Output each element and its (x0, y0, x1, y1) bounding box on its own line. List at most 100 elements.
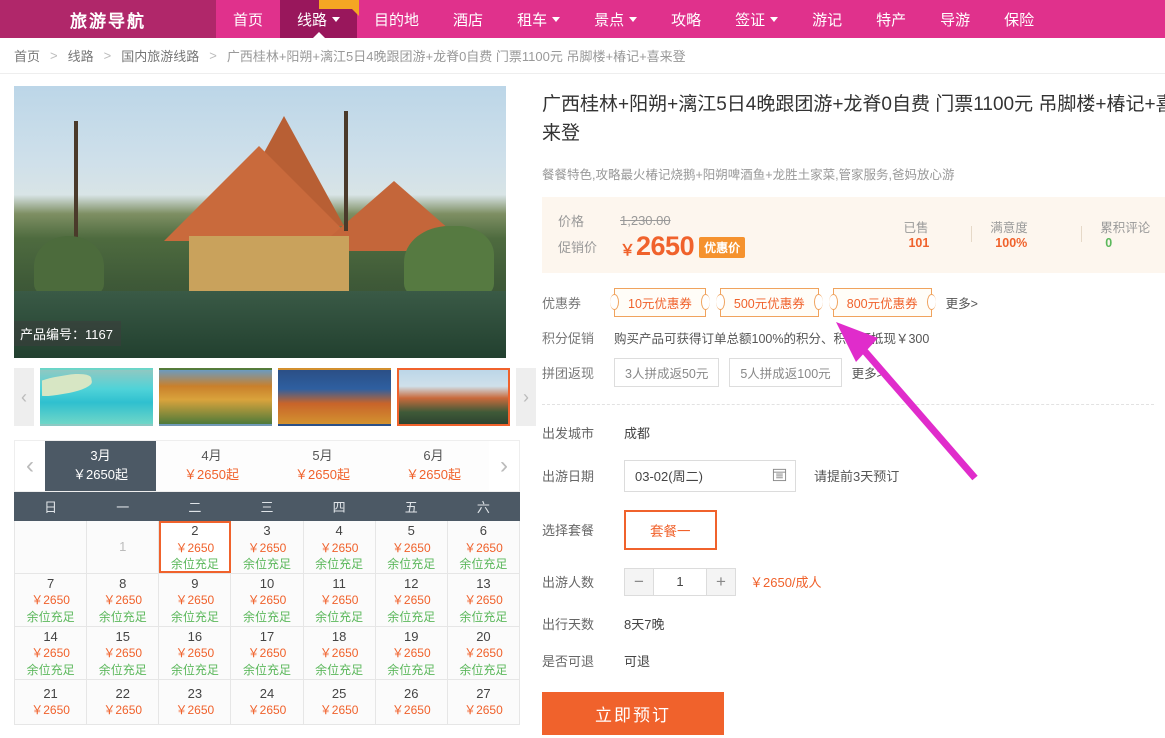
stat-item-1: 满意度100% (990, 217, 1063, 250)
nav-item-0[interactable]: 首页 (216, 0, 280, 38)
calendar-day-7[interactable]: 7￥2650余位充足 (15, 573, 87, 626)
nav-item-9[interactable]: 特产 (859, 0, 923, 38)
travel-date-input[interactable]: 03-02(周二) (624, 460, 796, 492)
calendar-day-8[interactable]: 8￥2650余位充足 (87, 573, 159, 626)
calendar-day-stock: 余位充足 (160, 609, 229, 625)
calendar-day-13[interactable]: 13￥2650余位充足 (447, 573, 519, 626)
thumbnail-autumn-lake[interactable] (278, 368, 391, 426)
calendar-day-26[interactable]: 26￥2650 (375, 679, 447, 724)
image-shrub (34, 236, 104, 296)
calendar-day-2[interactable]: 2￥2650余位充足 (159, 521, 231, 574)
departure-city-row: 出发城市 成都 (542, 423, 1165, 442)
calendar-day-number: 1 (88, 538, 157, 556)
calendar-day-4[interactable]: 4￥2650余位充足 (303, 521, 375, 574)
booking-advance-hint: 请提前3天预订 (814, 466, 899, 485)
thumbnail-turquoise-lake[interactable] (40, 368, 153, 426)
product-info-column: 广西桂林+阳朔+漓江5日4晚跟团游+龙脊0自费 门票1100元 吊脚楼+椿记+喜… (520, 86, 1165, 735)
calendar-day-3[interactable]: 3￥2650余位充足 (231, 521, 303, 574)
month-tab-3[interactable]: 6月￥2650起 (378, 441, 489, 491)
coupon-500[interactable]: 500元优惠券 (720, 288, 819, 317)
increase-people-button[interactable]: + (706, 568, 736, 596)
nav-item-6[interactable]: 攻略 (654, 0, 718, 38)
page-title: 广西桂林+阳朔+漓江5日4晚跟团游+龙脊0自费 门票1100元 吊脚楼+椿记+喜… (542, 90, 1165, 149)
book-now-button[interactable]: 立即预订 (542, 692, 724, 735)
nav-item-11[interactable]: 保险 (987, 0, 1051, 38)
people-count-value[interactable]: 1 (654, 568, 706, 596)
calendar-day-21[interactable]: 21￥2650 (15, 679, 87, 724)
calendar-day-number: 2 (160, 522, 229, 540)
nav-item-8[interactable]: 游记 (795, 0, 859, 38)
coupon-800[interactable]: 800元优惠券 (833, 288, 932, 317)
calendar-day-9[interactable]: 9￥2650余位充足 (159, 573, 231, 626)
month-prev-arrow[interactable]: ‹ (15, 441, 45, 491)
travel-date-value: 03-02(周二) (635, 466, 703, 485)
nav-item-10[interactable]: 导游 (923, 0, 987, 38)
calendar-day-number: 8 (88, 575, 157, 593)
refundable-value: 可退 (624, 651, 650, 670)
calendar-day-10[interactable]: 10￥2650余位充足 (231, 573, 303, 626)
coupon-more-link[interactable]: 更多> (946, 293, 978, 312)
nav-item-label: 景点 (594, 9, 624, 30)
calendar-day-price: ￥2650 (377, 702, 446, 718)
thumbnail-pavilion-lake[interactable] (397, 368, 510, 426)
breadcrumb-item-routes[interactable]: 线路 (60, 46, 102, 65)
calendar-day-15[interactable]: 15￥2650余位充足 (87, 626, 159, 679)
calendar-day-25[interactable]: 25￥2650 (303, 679, 375, 724)
nav-item-2[interactable]: 目的地 (357, 0, 436, 38)
package-option-one[interactable]: 套餐一 (624, 510, 717, 550)
calendar-day-6[interactable]: 6￥2650余位充足 (447, 521, 519, 574)
coupon-10[interactable]: 10元优惠券 (614, 288, 706, 317)
calendar-day-stock: 余位充足 (160, 662, 229, 678)
month-tab-0[interactable]: 3月￥2650起 (45, 441, 156, 491)
calendar-day-20[interactable]: 20￥2650余位充足 (447, 626, 519, 679)
nav-item-1[interactable]: 线路 (280, 0, 357, 38)
calendar-day-24[interactable]: 24￥2650 (231, 679, 303, 724)
calendar-day-14[interactable]: 14￥2650余位充足 (15, 626, 87, 679)
calendar-day-stock: 余位充足 (305, 609, 374, 625)
month-tab-2[interactable]: 5月￥2650起 (267, 441, 378, 491)
site-logo[interactable]: 旅游导航 (0, 0, 216, 38)
stat-value: 100% (995, 236, 1027, 250)
image-shrub (404, 226, 494, 298)
thumbnail-prev-arrow[interactable]: ‹ (14, 368, 34, 426)
calendar-day-27[interactable]: 27￥2650 (447, 679, 519, 724)
calendar-day-16[interactable]: 16￥2650余位充足 (159, 626, 231, 679)
calendar-day-5[interactable]: 5￥2650余位充足 (375, 521, 447, 574)
breadcrumb-item-domestic-routes[interactable]: 国内旅游线路 (113, 46, 207, 65)
calendar-day-price: ￥2650 (88, 592, 157, 608)
group-buy-more-link[interactable]: 更多> (852, 363, 884, 382)
group-buy-option-3[interactable]: 3人拼成返50元 (614, 358, 719, 387)
calendar-day-number: 20 (449, 628, 518, 646)
group-buy-option-5[interactable]: 5人拼成返100元 (729, 358, 841, 387)
decrease-people-button[interactable]: − (624, 568, 654, 596)
nav-item-7[interactable]: 签证 (718, 0, 795, 38)
calendar-day-price: ￥2650 (377, 645, 446, 661)
calendar-day-19[interactable]: 19￥2650余位充足 (375, 626, 447, 679)
departure-city-value: 成都 (624, 423, 650, 442)
calendar-day-price: ￥2650 (377, 540, 446, 556)
currency-symbol: ￥ (620, 239, 635, 260)
calendar-day-23[interactable]: 23￥2650 (159, 679, 231, 724)
calendar-day-18[interactable]: 18￥2650余位充足 (303, 626, 375, 679)
calendar-day-17[interactable]: 17￥2650余位充足 (231, 626, 303, 679)
calendar-week-row: 7￥2650余位充足8￥2650余位充足9￥2650余位充足10￥2650余位充… (15, 573, 520, 626)
calendar-day-stock: 余位充足 (232, 556, 301, 572)
calendar-day-12[interactable]: 12￥2650余位充足 (375, 573, 447, 626)
nav-item-5[interactable]: 景点 (577, 0, 654, 38)
thumbnail-autumn-forest[interactable] (159, 368, 272, 426)
calendar-day-stock: 余位充足 (305, 556, 374, 572)
nav-item-4[interactable]: 租车 (500, 0, 577, 38)
month-tab-1[interactable]: 4月￥2650起 (156, 441, 267, 491)
calendar-icon[interactable] (772, 467, 787, 485)
calendar-day-number: 23 (160, 685, 229, 703)
breadcrumb-item-home[interactable]: 首页 (6, 46, 48, 65)
ribbon-icon (319, 0, 359, 9)
calendar-day-22[interactable]: 22￥2650 (87, 679, 159, 724)
calendar-weekday-0: 日 (15, 493, 87, 521)
month-next-arrow[interactable]: › (489, 441, 519, 491)
calendar-day-11[interactable]: 11￥2650余位充足 (303, 573, 375, 626)
people-count-row: 出游人数 − 1 + ￥2650/成人 (542, 568, 1165, 596)
calendar-day-number: 11 (305, 575, 374, 593)
nav-item-3[interactable]: 酒店 (436, 0, 500, 38)
product-main-image[interactable]: 产品编号：1167 (14, 86, 506, 358)
